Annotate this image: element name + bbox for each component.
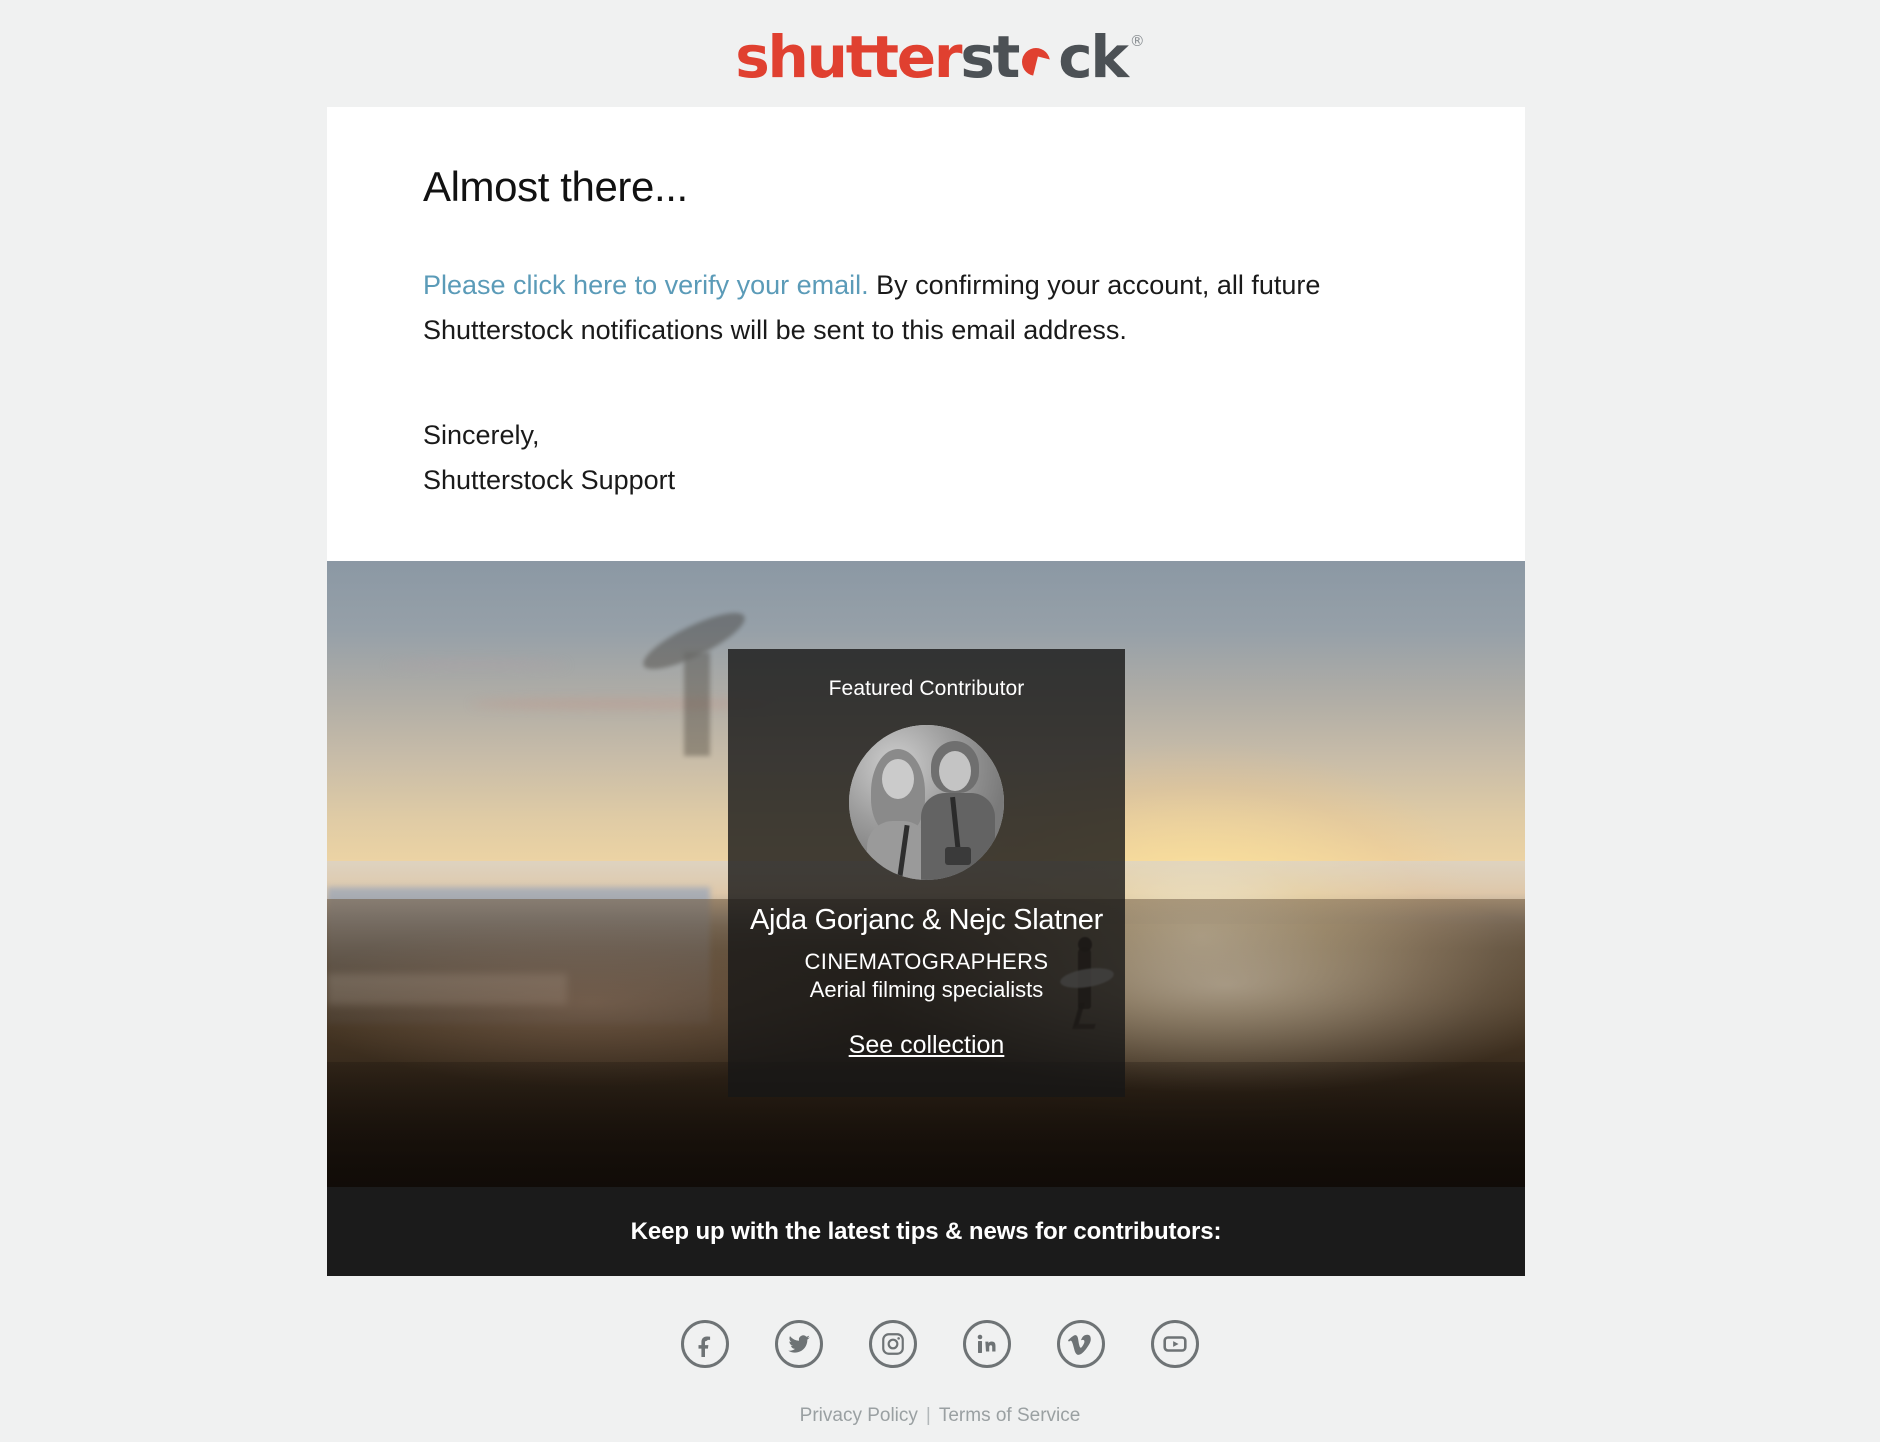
email-logo-header: shutter st ck ® <box>0 0 1880 107</box>
signoff-line-1: Sincerely, <box>423 420 540 450</box>
linkedin-icon[interactable] <box>963 1320 1011 1368</box>
privacy-policy-link[interactable]: Privacy Policy <box>800 1405 918 1426</box>
shutterstock-logo[interactable]: shutter st ck ® <box>735 28 1145 86</box>
vimeo-icon[interactable] <box>1057 1320 1105 1368</box>
page-title: Almost there... <box>423 163 688 210</box>
facebook-icon[interactable] <box>681 1320 729 1368</box>
featured-contributor-label: Featured Contributor <box>828 677 1025 700</box>
youtube-icon[interactable] <box>1151 1320 1199 1368</box>
hero-image: Featured Contributor Ajda Gorjanc & Nejc… <box>327 561 1525 1187</box>
social-links-row <box>0 1320 1880 1368</box>
newsletter-strip: Keep up with the latest tips & news for … <box>327 1187 1525 1276</box>
twitter-icon[interactable] <box>775 1320 823 1368</box>
signoff: Sincerely, Shutterstock Support <box>423 413 1429 503</box>
registered-trademark-icon: ® <box>1129 31 1145 50</box>
instagram-icon[interactable] <box>869 1320 917 1368</box>
verification-paragraph: Please click here to verify your email. … <box>423 263 1423 353</box>
legal-separator: | <box>925 1405 931 1426</box>
logo-o-icon <box>1018 28 1058 86</box>
email-message-body: Almost there... Please click here to ver… <box>327 107 1525 561</box>
newsletter-heading: Keep up with the latest tips & news for … <box>630 1217 1222 1245</box>
signoff-line-2: Shutterstock Support <box>423 465 676 495</box>
logo-text-st: st <box>960 22 1020 91</box>
see-collection-link[interactable]: See collection <box>849 1031 1005 1060</box>
legal-links: Privacy Policy | Terms of Service <box>0 1405 1880 1427</box>
logo-text-ck: ck <box>1058 22 1129 91</box>
verify-email-link[interactable]: Please click here to verify your email. <box>423 270 869 300</box>
email-card: Almost there... Please click here to ver… <box>327 107 1525 1276</box>
contributor-description: Aerial filming specialists <box>809 977 1044 1002</box>
contributor-role: CINEMATOGRAPHERS <box>804 949 1049 974</box>
contributor-name: Ajda Gorjanc & Nejc Slatner <box>750 904 1103 936</box>
terms-of-service-link[interactable]: Terms of Service <box>939 1405 1080 1426</box>
contributor-avatar <box>849 725 1004 880</box>
logo-text-shutter: shutter <box>735 22 962 91</box>
featured-contributor-card: Featured Contributor Ajda Gorjanc & Nejc… <box>728 649 1125 1097</box>
